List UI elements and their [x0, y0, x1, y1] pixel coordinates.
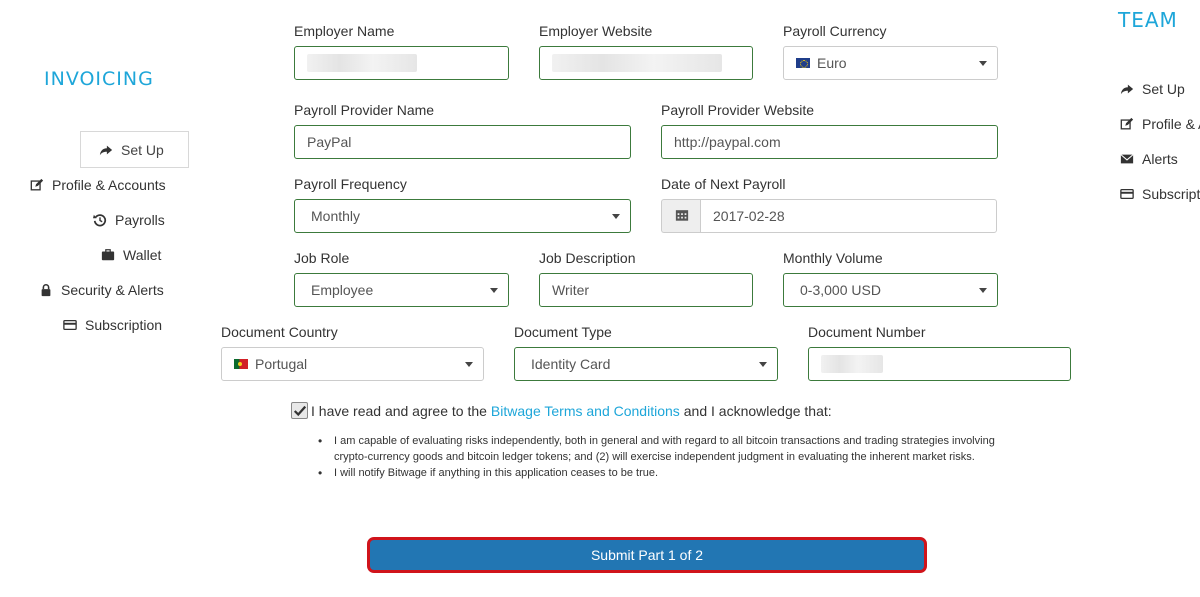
chevron-down-icon	[759, 362, 767, 367]
edit-icon	[1119, 117, 1134, 132]
lock-icon	[38, 283, 53, 298]
document-number-label: Document Number	[808, 324, 926, 340]
payroll-frequency-select[interactable]: Monthly	[294, 199, 631, 233]
invoicing-title: INVOICING	[44, 68, 154, 90]
share-arrow-icon	[98, 143, 113, 158]
sidebar-item-profile-accounts[interactable]: Profile & Accounts	[29, 177, 166, 193]
job-description-field[interactable]: Writer	[539, 273, 753, 307]
chevron-down-icon	[979, 288, 987, 293]
redacted-value	[821, 355, 883, 373]
acknowledgement-list: I am capable of evaluating risks indepen…	[318, 433, 1008, 481]
document-type-select[interactable]: Identity Card	[514, 347, 778, 381]
employer-website-label: Employer Website	[539, 23, 653, 39]
chevron-down-icon	[979, 61, 987, 66]
document-country-select[interactable]: Portugal	[221, 347, 484, 381]
date-next-payroll-value: 2017-02-28	[713, 208, 785, 224]
team-title: TEAM	[1118, 8, 1178, 32]
payroll-provider-name-label: Payroll Provider Name	[294, 102, 435, 118]
employer-name-field[interactable]	[294, 46, 509, 80]
payroll-provider-name-value: PayPal	[307, 134, 352, 150]
sidebar-item-payrolls[interactable]: Payrolls	[92, 212, 165, 228]
credit-card-icon	[62, 318, 77, 333]
payroll-provider-website-field[interactable]: http://paypal.com	[661, 125, 998, 159]
sidebar-item-label: Wallet	[123, 247, 162, 263]
payroll-provider-website-value: http://paypal.com	[674, 134, 781, 150]
portugal-flag-icon	[234, 359, 248, 369]
job-role-label: Job Role	[294, 250, 350, 266]
agreement-row: I have read and agree to the Bitwage Ter…	[291, 402, 832, 419]
payroll-frequency-value: Monthly	[311, 208, 361, 224]
payroll-currency-select[interactable]: Euro	[783, 46, 998, 80]
sidebar-item-wallet[interactable]: Wallet	[100, 247, 161, 263]
briefcase-icon	[100, 248, 115, 263]
agreement-suffix: and I acknowledge that:	[683, 402, 832, 419]
agree-checkbox[interactable]	[291, 402, 308, 419]
payroll-frequency-label: Payroll Frequency	[294, 176, 407, 192]
sidebar-item-setup[interactable]: Set Up	[98, 142, 164, 158]
redacted-value	[307, 54, 417, 72]
sidebar-item-label: Security & Alerts	[61, 282, 164, 298]
terms-link[interactable]: Bitwage Terms and Conditions	[491, 403, 680, 419]
right-nav-label: Alerts	[1142, 151, 1178, 167]
employer-name-label: Employer Name	[294, 23, 395, 39]
date-next-payroll-label: Date of Next Payroll	[661, 176, 786, 192]
job-role-select[interactable]: Employee	[294, 273, 509, 307]
right-nav-profile[interactable]: Profile & A	[1119, 116, 1200, 132]
chevron-down-icon	[612, 214, 620, 219]
sidebar-item-subscription[interactable]: Subscription	[62, 317, 162, 333]
checkmark-icon	[293, 405, 306, 416]
sidebar-item-label: Payrolls	[115, 212, 165, 228]
right-nav-setup[interactable]: Set Up	[1119, 81, 1185, 97]
credit-card-icon	[1119, 187, 1134, 202]
envelope-icon	[1119, 152, 1134, 167]
payroll-provider-website-label: Payroll Provider Website	[661, 102, 815, 118]
sidebar-item-label: Subscription	[85, 317, 163, 333]
submit-button[interactable]: Submit Part 1 of 2	[367, 537, 927, 573]
job-role-value: Employee	[311, 282, 374, 298]
payroll-currency-value: Euro	[817, 55, 847, 71]
eu-flag-icon	[796, 58, 810, 68]
document-type-value: Identity Card	[531, 356, 611, 372]
chevron-down-icon	[465, 362, 473, 367]
history-icon	[92, 213, 107, 228]
document-type-label: Document Type	[514, 324, 612, 340]
right-nav-alerts[interactable]: Alerts	[1119, 151, 1178, 167]
agreement-prefix: I have read and agree to the	[311, 402, 487, 419]
sidebar-item-label: Profile & Accounts	[52, 177, 166, 193]
list-item: I will notify Bitwage if anything in thi…	[318, 465, 1008, 481]
job-description-label: Job Description	[539, 250, 636, 266]
redacted-value	[552, 54, 722, 72]
document-country-value: Portugal	[255, 356, 308, 372]
monthly-volume-select[interactable]: 0-3,000 USD	[783, 273, 998, 307]
calendar-icon	[675, 208, 689, 225]
sidebar-item-label: Set Up	[121, 142, 164, 158]
payroll-currency-label: Payroll Currency	[783, 23, 887, 39]
share-arrow-icon	[1119, 82, 1134, 97]
date-next-payroll-field[interactable]: 2017-02-28	[700, 199, 997, 233]
document-country-label: Document Country	[221, 324, 338, 340]
monthly-volume-value: 0-3,000 USD	[800, 282, 881, 298]
monthly-volume-label: Monthly Volume	[783, 250, 883, 266]
edit-icon	[29, 178, 44, 193]
job-description-value: Writer	[552, 282, 590, 298]
payroll-provider-name-field[interactable]: PayPal	[294, 125, 631, 159]
right-nav-label: Set Up	[1142, 81, 1185, 97]
list-item: I am capable of evaluating risks indepen…	[318, 433, 1008, 465]
calendar-button[interactable]	[661, 199, 701, 233]
chevron-down-icon	[490, 288, 498, 293]
sidebar-item-security-alerts[interactable]: Security & Alerts	[38, 282, 164, 298]
document-number-field[interactable]	[808, 347, 1071, 381]
right-nav-label: Profile & A	[1142, 116, 1200, 132]
right-nav-subscription[interactable]: Subscripti	[1119, 186, 1200, 202]
employer-website-field[interactable]	[539, 46, 753, 80]
right-nav-label: Subscripti	[1142, 186, 1200, 202]
